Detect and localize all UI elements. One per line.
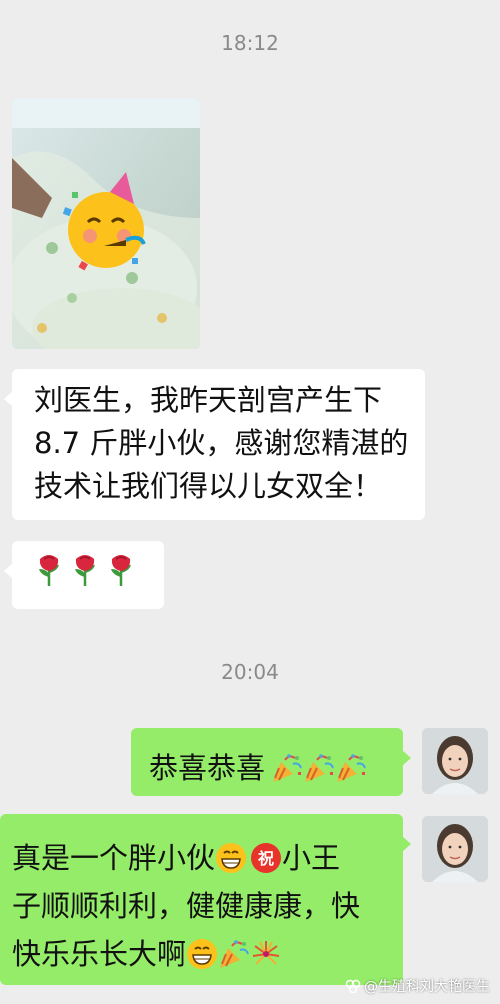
timestamp: 20:04 [221, 660, 279, 684]
received-message-bubble[interactable]: 刘医生，我昨天剖宫产生下 8.7 斤胖小伙，感谢您精湛的 技术让我们得以儿女双全… [4, 369, 425, 520]
message-text-line: 技术让我们得以儿女双全！ [34, 469, 383, 503]
message-text-line: 8.7 斤胖小伙，感谢您精湛的 [34, 426, 409, 460]
congratulations-icon: 祝 [251, 843, 282, 873]
watermark-logo-icon [345, 979, 361, 993]
rose-icon [111, 555, 131, 586]
message-text: 小王 [282, 841, 341, 875]
watermark-text: @生殖科刘大艳医生 [364, 979, 490, 995]
sent-message-bubble[interactable]: 真是一个胖小伙 祝 小王 子顺顺利利，健健康康，快 快乐乐长大啊 [0, 814, 411, 985]
received-emoji-bubble[interactable] [4, 541, 164, 609]
party-popper-icon [337, 754, 366, 782]
message-text: 子顺顺利利，健健康康，快 [12, 889, 361, 923]
party-popper-icon [305, 754, 334, 782]
rose-icon [75, 555, 95, 586]
message-text: 快乐乐长大啊 [12, 937, 187, 971]
message-text-line: 刘医生，我昨天剖宫产生下 [34, 383, 383, 417]
received-photo[interactable] [12, 98, 200, 349]
avatar[interactable] [422, 816, 488, 882]
rose-icon [39, 555, 59, 586]
svg-text:祝: 祝 [258, 849, 274, 868]
message-text: 真是一个胖小伙 [12, 841, 216, 875]
party-popper-icon [220, 940, 249, 968]
message-text: 恭喜恭喜 [149, 750, 266, 785]
party-popper-icon [273, 754, 302, 782]
watermark: @生殖科刘大艳医生 [345, 976, 490, 996]
sent-message-bubble[interactable]: 恭喜恭喜 [131, 728, 411, 796]
fireworks-icon [252, 941, 280, 965]
avatar[interactable] [422, 728, 488, 794]
grinning-face-icon [216, 843, 247, 873]
timestamp: 18:12 [221, 31, 279, 55]
grinning-face-icon [187, 939, 218, 969]
